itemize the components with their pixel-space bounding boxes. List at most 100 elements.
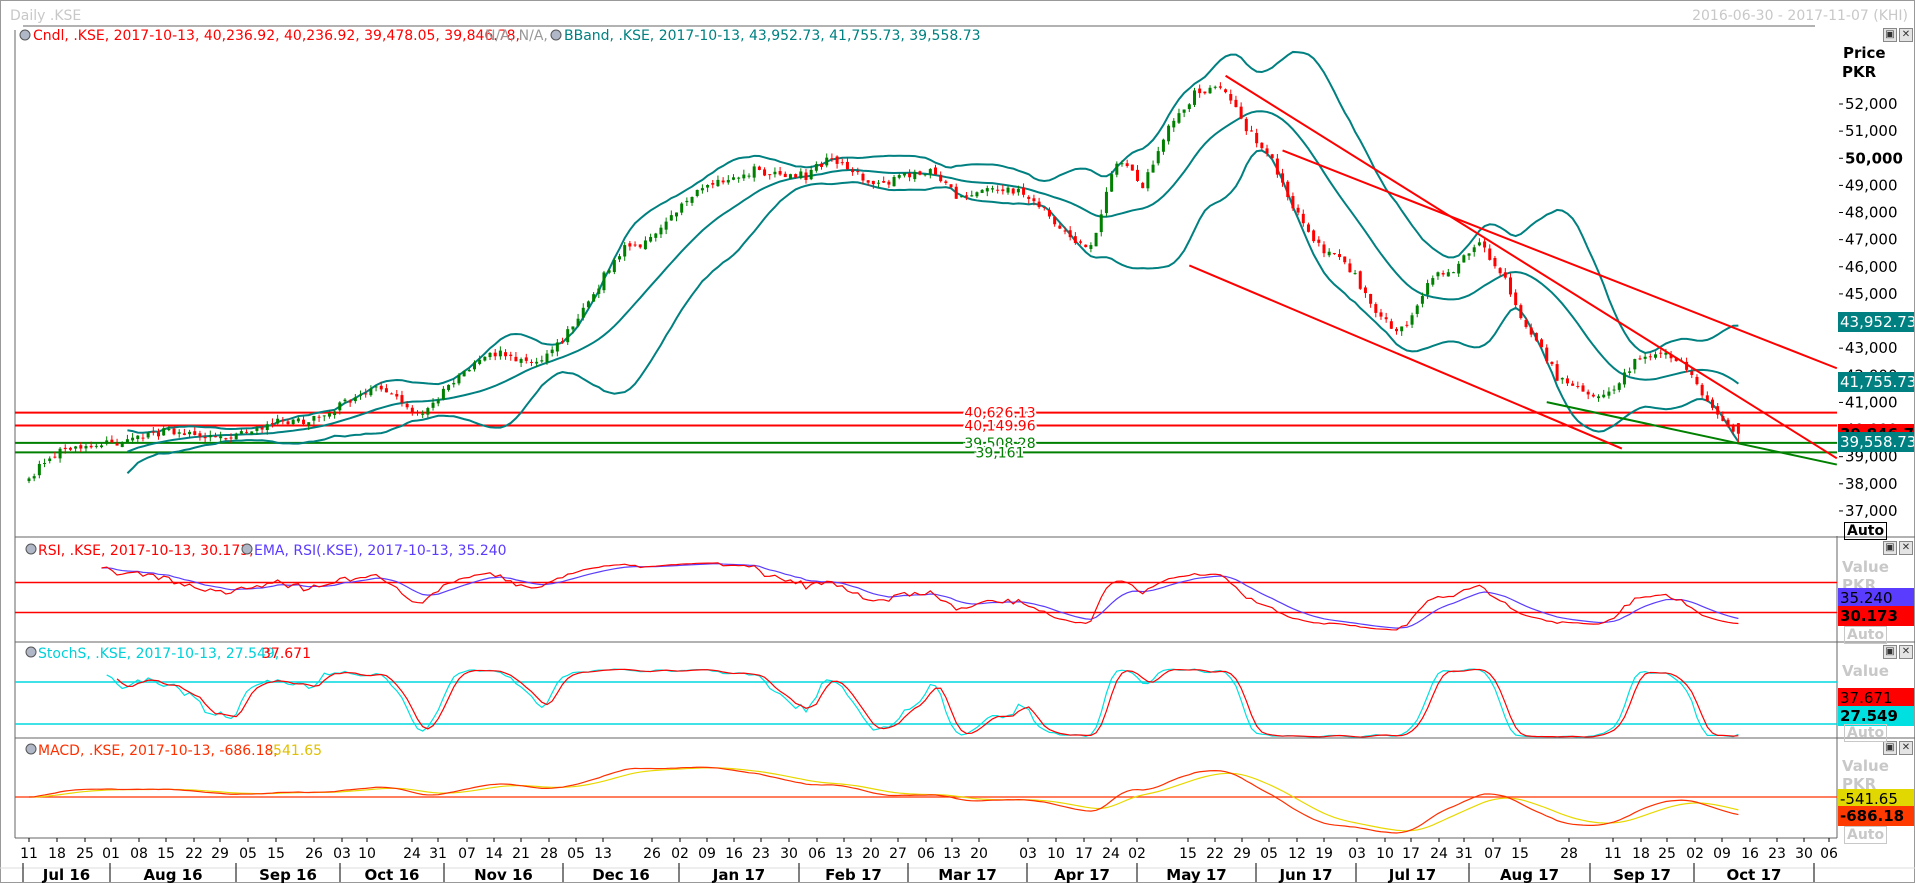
price-tick-label: 41,000 [1845, 393, 1898, 411]
candle [1607, 387, 1611, 399]
price-tick-label: 43,000 [1845, 339, 1898, 357]
candle-body [146, 432, 150, 438]
candle [1027, 195, 1031, 204]
candle [1312, 229, 1316, 243]
restore-icon[interactable]: ▣ [1883, 645, 1897, 659]
candle-body [664, 221, 668, 230]
candle [1249, 125, 1253, 132]
candle-body [1286, 181, 1290, 198]
clock-icon[interactable] [25, 743, 37, 755]
date-tick-label: 29 [211, 846, 229, 862]
candle-body [747, 175, 751, 177]
candle-body [623, 245, 627, 257]
candle [296, 416, 300, 424]
date-tick-label: 11 [20, 846, 38, 862]
candle [1571, 380, 1575, 386]
restore-icon[interactable]: ▣ [1883, 541, 1897, 555]
candle-body [902, 172, 906, 176]
candle-body [348, 400, 352, 403]
candle-body [1503, 272, 1507, 278]
candle-body [1322, 244, 1326, 254]
candle-body [1161, 139, 1165, 152]
candle-body [1576, 386, 1580, 388]
candle-body [1659, 352, 1663, 354]
candle-body [1477, 242, 1481, 246]
candle-body [1648, 356, 1652, 358]
candle [68, 446, 72, 451]
candle-body [809, 169, 813, 180]
candle-body [1125, 163, 1129, 167]
candle-body [788, 174, 792, 179]
candle [669, 210, 673, 221]
close-icon[interactable]: ✕ [1899, 741, 1913, 755]
candle-body [374, 386, 378, 388]
price-auto-scale-button[interactable]: Auto [1844, 522, 1888, 540]
window-title: Daily .KSE [10, 8, 81, 24]
clock-icon[interactable] [25, 646, 37, 658]
date-tick-label: 30 [1795, 846, 1813, 862]
candle [141, 433, 145, 442]
rsi-auto-scale-button[interactable]: Auto [1844, 626, 1888, 644]
candle-body [908, 173, 912, 178]
close-icon[interactable]: ✕ [1899, 645, 1913, 659]
rsi-value-box: 30.173 [1838, 606, 1914, 626]
candle [276, 414, 280, 425]
date-tick-label: 16 [725, 846, 743, 862]
candle-body [1001, 189, 1005, 192]
candle-body [79, 445, 83, 449]
candle-body [794, 174, 798, 178]
candle-body [1633, 359, 1637, 370]
candle [1405, 321, 1409, 328]
candle-body [540, 360, 544, 362]
candle [426, 406, 430, 418]
candle-body [1338, 254, 1342, 258]
candle-body [1467, 253, 1471, 256]
clock-icon[interactable] [241, 543, 253, 555]
candle [1167, 124, 1171, 145]
candle-body [1395, 328, 1399, 332]
candle [623, 242, 627, 261]
close-icon[interactable]: ✕ [1899, 541, 1913, 555]
restore-icon[interactable]: ▣ [1883, 28, 1897, 42]
candle-body [742, 174, 746, 179]
macd-auto-scale-button[interactable]: Auto [1844, 826, 1888, 844]
candle-body [633, 244, 637, 246]
candle [825, 153, 829, 168]
chart-canvas[interactable]: Daily .KSE 2016-06-30 - 2017-11-07 (KHI)… [0, 0, 1915, 883]
candle-body [260, 427, 264, 430]
candle [317, 414, 321, 422]
candle-body [1265, 148, 1269, 154]
clock-icon[interactable] [25, 543, 37, 555]
candle [1431, 275, 1435, 287]
candle [1643, 352, 1647, 364]
candle-body [286, 421, 290, 425]
month-label: May 17 [1166, 866, 1226, 883]
candle [27, 476, 31, 484]
candle [990, 185, 994, 193]
candle-body [224, 438, 228, 440]
date-tick-label: 02 [1686, 846, 1704, 862]
candle [773, 167, 777, 178]
candle-body [524, 357, 528, 361]
candle [509, 351, 513, 361]
month-label: Oct 17 [1727, 866, 1782, 883]
candle-body [343, 399, 347, 402]
restore-icon[interactable]: ▣ [1883, 741, 1897, 755]
candle [1182, 109, 1186, 118]
bollinger-upper-band [127, 50, 1739, 434]
candle [1275, 153, 1279, 178]
stoch-auto-scale-button[interactable]: Auto [1844, 724, 1888, 742]
clock-icon[interactable] [550, 29, 562, 41]
candle-body [255, 428, 259, 431]
candle [1322, 241, 1326, 258]
clock-icon[interactable] [19, 29, 31, 41]
candle [390, 392, 394, 395]
candle-body [612, 259, 616, 273]
candle-body [1172, 120, 1176, 128]
close-icon[interactable]: ✕ [1899, 28, 1913, 42]
candle [1591, 392, 1595, 398]
candle-body [638, 244, 642, 248]
candle-body [1255, 132, 1259, 144]
candle [322, 415, 326, 422]
candle-body [1519, 305, 1523, 319]
